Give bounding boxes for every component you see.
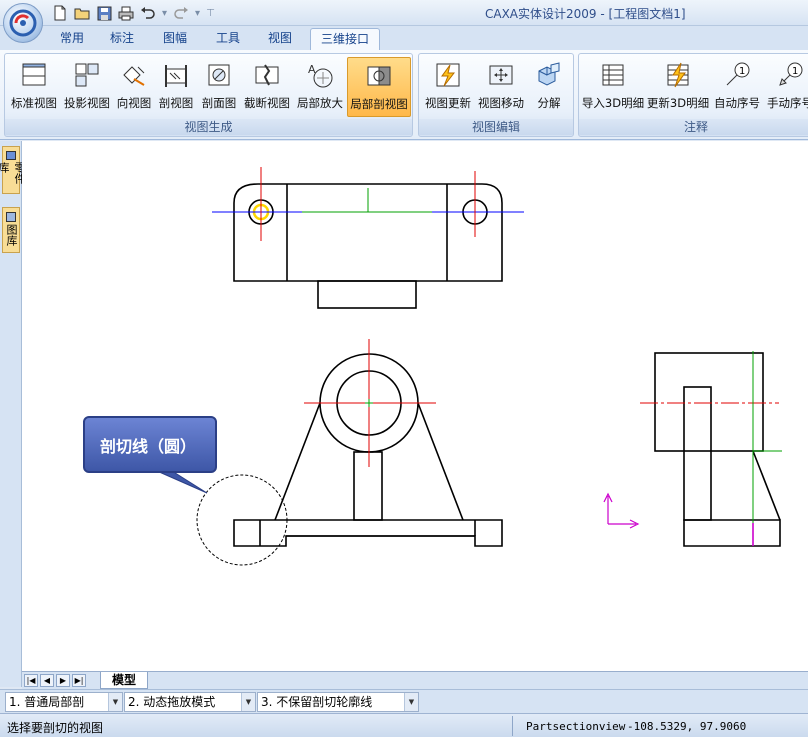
customize-qat-icon[interactable]: ⊤ xyxy=(206,8,215,19)
chevron-down-icon: ▼ xyxy=(404,693,418,711)
callout-pointer xyxy=(156,470,208,494)
side-tab-drawing-library[interactable]: 图库 xyxy=(2,207,20,253)
outline-option-dropdown[interactable]: 3. 不保留剖切轮廓线 ▼ xyxy=(257,692,419,712)
status-coordinates: -108.5329, 97.9060 xyxy=(627,720,747,733)
tab-3d-interface[interactable]: 三维接口 xyxy=(310,28,380,50)
explode-button[interactable]: 分解 xyxy=(529,57,569,117)
status-divider xyxy=(512,716,513,736)
manual-balloon-button[interactable]: 1 手动序号 xyxy=(764,57,808,117)
group-label-view-edit: 视图编辑 xyxy=(419,119,573,135)
projection-view-button[interactable]: 投影视图 xyxy=(61,57,113,117)
direction-view-button[interactable]: 向视图 xyxy=(114,57,154,117)
section-view-button[interactable]: 剖视图 xyxy=(155,57,197,117)
view-move-button[interactable]: 视图移动 xyxy=(475,57,527,117)
section-type-dropdown[interactable]: 1. 普通局部剖 ▼ xyxy=(5,692,123,712)
drawing-library-icon xyxy=(6,212,16,222)
tab-tools[interactable]: 工具 xyxy=(208,28,248,50)
last-sheet-icon[interactable]: ▶| xyxy=(72,674,86,687)
svg-text:1: 1 xyxy=(739,66,745,77)
group-label-annotation: 注释 xyxy=(579,119,808,135)
broken-view-icon xyxy=(252,60,282,90)
partial-section-view-icon xyxy=(364,61,394,91)
side-panel: 零件库 图库 xyxy=(0,141,26,687)
update-bom-icon xyxy=(663,60,693,90)
direction-view-icon xyxy=(119,60,149,90)
status-bar: 选择要剖切的视图 Partsectionview -108.5329, 97.9… xyxy=(0,713,808,737)
detail-view-button[interactable]: A 局部放大 xyxy=(294,57,346,117)
drag-mode-dropdown[interactable]: 2. 动态拖放模式 ▼ xyxy=(124,692,256,712)
side-view xyxy=(654,352,781,547)
property-bar: 1. 普通局部剖 ▼ 2. 动态拖放模式 ▼ 3. 不保留剖切轮廓线 ▼ xyxy=(0,689,808,713)
group-label-view-generation: 视图生成 xyxy=(5,119,412,135)
window-title: CAXA实体设计2009 - [工程图文档1] xyxy=(485,7,686,21)
undo-icon[interactable] xyxy=(138,3,158,23)
new-file-icon[interactable] xyxy=(50,3,70,23)
callout-label: 剖切线（圆） xyxy=(83,416,217,473)
cross-section-button[interactable]: 剖面图 xyxy=(198,57,240,117)
top-view-centerlines xyxy=(212,167,524,241)
explode-icon xyxy=(534,60,564,90)
section-view-icon xyxy=(161,60,191,90)
caxa-logo-icon xyxy=(9,9,37,37)
ribbon-tab-row: 常用 标注 图幅 工具 视图 三维接口 xyxy=(0,26,808,50)
group-view-edit: 视图更新 视图移动 分解 视图编辑 xyxy=(418,53,574,137)
import-bom-icon xyxy=(598,60,628,90)
first-sheet-icon[interactable]: |◀ xyxy=(24,674,38,687)
tab-common[interactable]: 常用 xyxy=(52,28,92,50)
tab-sheet[interactable]: 图幅 xyxy=(155,28,195,50)
detail-view-icon: A xyxy=(305,60,335,90)
update-3d-bom-button[interactable]: 更新3D明细 xyxy=(646,57,710,117)
redo-dropdown-icon[interactable]: ▾ xyxy=(195,8,200,19)
partial-section-view-button[interactable]: 局部剖视图 xyxy=(347,57,411,117)
tab-annotation[interactable]: 标注 xyxy=(102,28,142,50)
side-tab-parts-library[interactable]: 零件库 xyxy=(0,146,26,194)
ucs-axis-icon xyxy=(603,492,640,529)
projection-view-icon xyxy=(72,60,102,90)
standard-view-icon xyxy=(19,60,49,90)
prev-sheet-icon[interactable]: ◀ xyxy=(40,674,54,687)
print-icon[interactable] xyxy=(116,3,136,23)
broken-view-button[interactable]: 截断视图 xyxy=(241,57,293,117)
redo-icon[interactable] xyxy=(171,3,191,23)
ribbon-panel: 标准视图 投影视图 向视图 剖视图 剖面图 截断视图 A 局部放大 局部剖视图 … xyxy=(0,50,808,140)
front-view xyxy=(233,353,503,547)
title-bar: ▾ ▾ ⊤ CAXA实体设计2009 - [工程图文档1] xyxy=(0,0,808,26)
group-view-generation: 标准视图 投影视图 向视图 剖视图 剖面图 截断视图 A 局部放大 局部剖视图 … xyxy=(4,53,413,137)
group-annotation: 导入3D明细 更新3D明细 1 自动序号 1 手动序号 注释 xyxy=(578,53,808,137)
auto-balloon-icon: 1 xyxy=(722,60,752,90)
open-folder-icon[interactable] xyxy=(72,3,92,23)
standard-view-button[interactable]: 标准视图 xyxy=(8,57,60,117)
quick-access-toolbar: ▾ ▾ ⊤ xyxy=(50,3,217,23)
sheet-tab-bar: |◀ ◀ ▶ ▶| 模型 xyxy=(22,671,808,689)
chevron-down-icon: ▼ xyxy=(241,693,255,711)
view-update-button[interactable]: 视图更新 xyxy=(422,57,474,117)
drawing-svg xyxy=(156,167,782,566)
next-sheet-icon[interactable]: ▶ xyxy=(56,674,70,687)
manual-balloon-icon: 1 xyxy=(775,60,805,90)
view-move-icon xyxy=(486,60,516,90)
sheet-tab-model[interactable]: 模型 xyxy=(100,672,148,689)
import-3d-bom-button[interactable]: 导入3D明细 xyxy=(581,57,645,117)
tab-view[interactable]: 视图 xyxy=(260,28,300,50)
chevron-down-icon: ▼ xyxy=(108,693,122,711)
save-icon[interactable] xyxy=(94,3,114,23)
drawing-canvas[interactable]: 剖切线（圆） xyxy=(22,141,808,671)
svg-text:1: 1 xyxy=(792,66,798,77)
status-prompt: 选择要剖切的视图 xyxy=(7,721,104,735)
application-menu-button[interactable] xyxy=(3,3,43,43)
undo-dropdown-icon[interactable]: ▾ xyxy=(162,8,167,19)
parts-library-icon xyxy=(6,151,16,161)
view-update-icon xyxy=(433,60,463,90)
front-view-centerlines xyxy=(304,339,436,467)
cross-section-icon xyxy=(204,60,234,90)
auto-balloon-button[interactable]: 1 自动序号 xyxy=(711,57,763,117)
status-command: Partsectionview xyxy=(526,720,626,733)
